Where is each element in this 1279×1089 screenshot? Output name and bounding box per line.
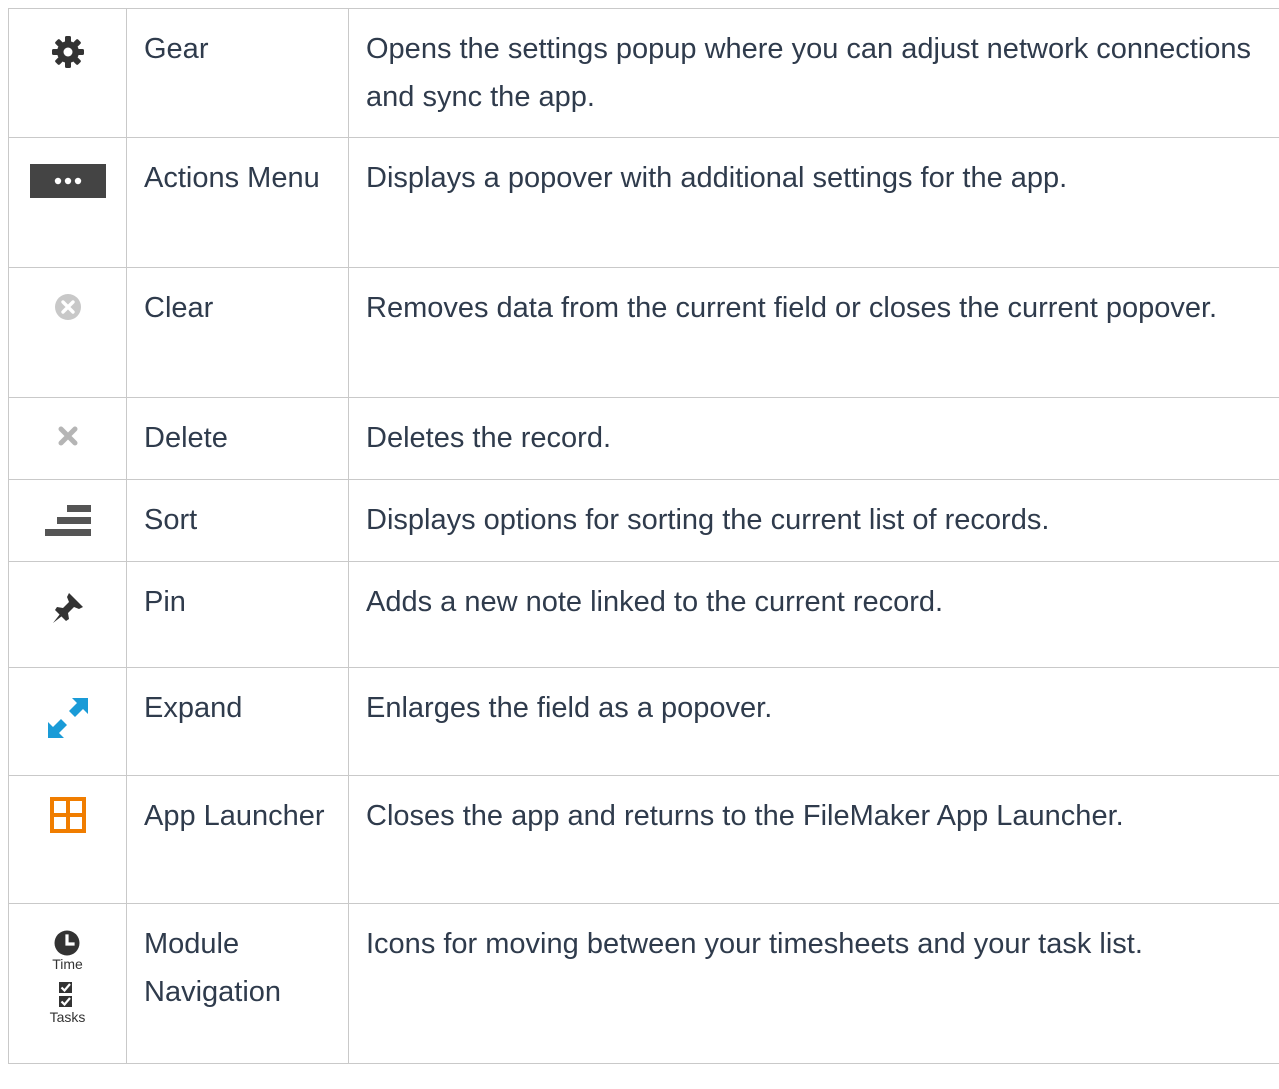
table-row: Expand Enlarges the field as a popover. <box>8 667 1279 776</box>
icon-description: Displays a popover with additional setti… <box>348 137 1279 268</box>
table-row: Sort Displays options for sorting the cu… <box>8 479 1279 562</box>
expand-icon <box>47 698 88 738</box>
delete-icon <box>56 424 80 448</box>
icon-description: Opens the settings popup where you can a… <box>348 8 1279 138</box>
sort-icon <box>44 505 91 539</box>
clear-icon <box>54 293 82 321</box>
icon-description: Removes data from the current field or c… <box>348 267 1279 398</box>
module-navigation-icon: Time Tasks <box>49 930 86 1025</box>
table-row: Delete Deletes the record. <box>8 397 1279 480</box>
icon-name: Pin <box>126 561 349 668</box>
icon-description: Icons for moving between your timesheets… <box>348 903 1279 1064</box>
table-row: Time Tasks Module Navigation Icons for m… <box>8 903 1279 1064</box>
table-row: Clear Removes data from the current fiel… <box>8 267 1279 398</box>
icon-cell <box>8 397 127 480</box>
icon-name: Actions Menu <box>126 137 349 268</box>
pin-icon <box>50 590 86 626</box>
icon-name: Gear <box>126 8 349 138</box>
app-launcher-icon <box>49 797 86 833</box>
time-label: Time <box>52 956 83 972</box>
icon-cell <box>8 137 127 268</box>
table-row: Pin Adds a new note linked to the curren… <box>8 561 1279 668</box>
icon-name: App Launcher <box>126 775 349 904</box>
icon-cell <box>8 8 127 138</box>
table-row: Actions Menu Displays a popover with add… <box>8 137 1279 268</box>
icon-description: Closes the app and returns to the FileMa… <box>348 775 1279 904</box>
icon-cell <box>8 561 127 668</box>
icon-cell <box>8 775 127 904</box>
gear-icon <box>51 35 85 69</box>
table-row: App Launcher Closes the app and returns … <box>8 775 1279 904</box>
icon-reference-table: Gear Opens the settings popup where you … <box>8 8 1279 1064</box>
icon-name: Sort <box>126 479 349 562</box>
icon-name: Expand <box>126 667 349 776</box>
icon-description: Displays options for sorting the current… <box>348 479 1279 562</box>
tasks-label: Tasks <box>49 1009 86 1025</box>
icon-cell <box>8 667 127 776</box>
clock-icon <box>54 930 80 956</box>
icon-cell: Time Tasks <box>8 903 127 1064</box>
icon-description: Adds a new note linked to the current re… <box>348 561 1279 668</box>
icon-name: Clear <box>126 267 349 398</box>
actions-menu-icon <box>29 164 106 198</box>
icon-name: Module Navigation <box>126 903 349 1064</box>
icon-description: Deletes the record. <box>348 397 1279 480</box>
icon-description: Enlarges the field as a popover. <box>348 667 1279 776</box>
table-row: Gear Opens the settings popup where you … <box>8 8 1279 138</box>
icon-cell <box>8 479 127 562</box>
checkbox-list-icon <box>58 981 76 1009</box>
icon-cell <box>8 267 127 398</box>
icon-name: Delete <box>126 397 349 480</box>
